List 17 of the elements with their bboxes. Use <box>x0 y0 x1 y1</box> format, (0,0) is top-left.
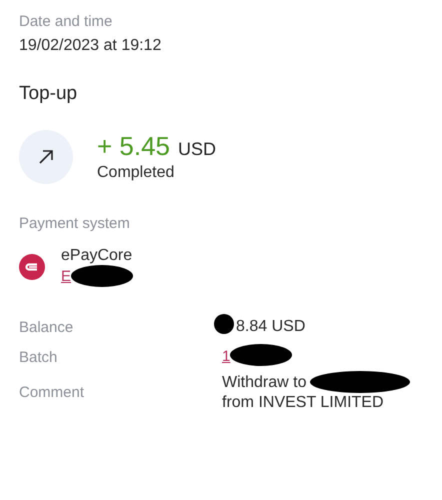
detail-value: 8.84 USD <box>235 317 306 338</box>
account-link[interactable]: E <box>61 268 72 285</box>
date-value: 19/02/2023 at 19:12 <box>19 36 162 56</box>
amount-value: + 5.45 <box>97 131 170 161</box>
date-label: Date and time <box>19 12 114 32</box>
payment-system-name: ePayCore <box>61 246 132 266</box>
payment-system-label: Payment system <box>19 214 131 234</box>
detail-label: Comment <box>19 383 86 404</box>
payment-logo-icon <box>19 254 45 280</box>
status-text: Completed <box>97 163 176 183</box>
detail-value: Withdraw to from INVEST LIMITED <box>222 372 384 412</box>
detail-label: Balance <box>19 318 74 338</box>
detail-label: Batch <box>19 348 58 368</box>
currency-label: USD <box>178 138 216 161</box>
arrow-icon <box>37 148 55 166</box>
batch-link[interactable]: 1 <box>222 348 230 366</box>
transaction-title: Top-up <box>19 82 78 106</box>
